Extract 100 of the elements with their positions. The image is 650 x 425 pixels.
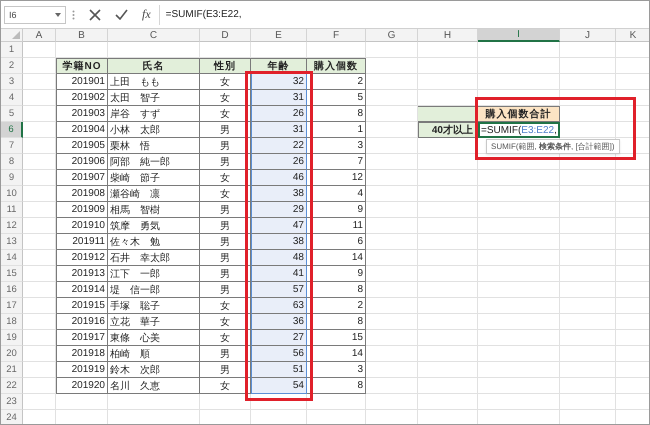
table-cell: 32 [251, 74, 307, 90]
table-cell: 201907 [56, 170, 108, 186]
row-header[interactable]: 5 [1, 106, 23, 122]
table-cell: 8 [307, 106, 366, 122]
table-cell: 立花 華子 [108, 314, 200, 330]
column-header[interactable]: H [418, 29, 478, 42]
table-cell: 26 [251, 154, 307, 170]
column-heading: 学籍NO [56, 58, 108, 74]
row-header[interactable]: 18 [1, 314, 23, 330]
table-cell: 47 [251, 218, 307, 234]
table-cell: 3 [307, 362, 366, 378]
column-header[interactable]: A [23, 29, 56, 42]
column-header[interactable]: G [366, 29, 418, 42]
row-header[interactable]: 20 [1, 346, 23, 362]
row-header[interactable]: 10 [1, 186, 23, 202]
row-header[interactable]: 8 [1, 154, 23, 170]
row-header[interactable]: 11 [1, 202, 23, 218]
table-cell: 東條 心美 [108, 330, 200, 346]
table-cell: 8 [307, 378, 366, 394]
table-cell: 46 [251, 170, 307, 186]
table-cell: 31 [251, 90, 307, 106]
function-tooltip: SUMIF(範囲, 検索条件, [合計範囲]) [486, 139, 620, 154]
table-cell: 63 [251, 298, 307, 314]
table-cell: 阿部 純一郎 [108, 154, 200, 170]
table-cell: 201918 [56, 346, 108, 362]
row-header[interactable]: 23 [1, 394, 23, 410]
row-header[interactable]: 14 [1, 250, 23, 266]
row-header[interactable]: 21 [1, 362, 23, 378]
table-cell: 鈴木 次郎 [108, 362, 200, 378]
table-cell: 1 [307, 122, 366, 138]
check-icon[interactable] [115, 9, 128, 20]
table-cell: 48 [251, 250, 307, 266]
table-cell: 201912 [56, 250, 108, 266]
cancel-icon[interactable] [89, 8, 101, 20]
row-header[interactable]: 12 [1, 218, 23, 234]
table-cell: 201908 [56, 186, 108, 202]
row-header[interactable]: 6 [1, 122, 23, 138]
column-header[interactable]: E [251, 29, 307, 42]
table-cell: 上田 もも [108, 74, 200, 90]
table-cell: 201910 [56, 218, 108, 234]
row-header[interactable]: 3 [1, 74, 23, 90]
table-cell: 名川 久恵 [108, 378, 200, 394]
formula-cell[interactable]: =SUMIF(E3:E22, [478, 122, 560, 138]
column-header[interactable]: D [200, 29, 251, 42]
table-cell: 相馬 智樹 [108, 202, 200, 218]
table-cell: 57 [251, 282, 307, 298]
table-cell: 5 [307, 90, 366, 106]
table-cell: 201906 [56, 154, 108, 170]
name-box[interactable]: I6 [4, 6, 66, 24]
table-cell: 201917 [56, 330, 108, 346]
row-header[interactable]: 13 [1, 234, 23, 250]
column-header[interactable]: B [56, 29, 108, 42]
column-header[interactable]: J [560, 29, 616, 42]
column-header[interactable]: F [307, 29, 366, 42]
table-cell: 佐々木 勉 [108, 234, 200, 250]
table-cell: 201904 [56, 122, 108, 138]
table-cell: 36 [251, 314, 307, 330]
row-header[interactable]: 1 [1, 42, 23, 58]
row-header[interactable]: 9 [1, 170, 23, 186]
table-cell: 27 [251, 330, 307, 346]
table-cell: 柏崎 順 [108, 346, 200, 362]
table-cell: 201903 [56, 106, 108, 122]
row-header[interactable]: 17 [1, 298, 23, 314]
column-heading: 氏名 [108, 58, 200, 74]
column-header[interactable]: C [108, 29, 200, 42]
table-cell: 3 [307, 138, 366, 154]
row-header[interactable]: 4 [1, 90, 23, 106]
row-header[interactable]: 15 [1, 266, 23, 282]
column-heading: 購入個数 [307, 58, 366, 74]
table-cell: 51 [251, 362, 307, 378]
table-cell: 手塚 聡子 [108, 298, 200, 314]
table-cell: 38 [251, 186, 307, 202]
table-cell: 11 [307, 218, 366, 234]
row-header[interactable]: 16 [1, 282, 23, 298]
table-cell: 201901 [56, 74, 108, 90]
table-cell: 201919 [56, 362, 108, 378]
table-cell: 堤 信一郎 [108, 282, 200, 298]
formula-input[interactable]: =SUMIF(E3:E22, [166, 4, 649, 24]
table-cell: 栗林 悟 [108, 138, 200, 154]
table-cell: 小林 太郎 [108, 122, 200, 138]
row-header[interactable]: 22 [1, 378, 23, 394]
row-heading: 40才以上 [418, 122, 478, 138]
table-cell: 8 [307, 282, 366, 298]
row-header[interactable]: 7 [1, 138, 23, 154]
table-cell: 31 [251, 122, 307, 138]
table-cell: 201909 [56, 202, 108, 218]
row-header[interactable]: 24 [1, 410, 23, 424]
column-header[interactable]: K [616, 29, 649, 42]
column-header[interactable]: I [478, 29, 560, 42]
table-cell: 4 [307, 186, 366, 202]
table-cell: 7 [307, 154, 366, 170]
table-cell: 41 [251, 266, 307, 282]
row-header[interactable]: 2 [1, 58, 23, 74]
row-header[interactable]: 19 [1, 330, 23, 346]
table-cell: 201916 [56, 314, 108, 330]
triangle-icon [12, 31, 20, 39]
caret-icon[interactable] [55, 12, 61, 16]
column-heading: 性別 [200, 58, 251, 74]
insert-function-button[interactable]: fx [142, 7, 151, 22]
table-cell: 9 [307, 266, 366, 282]
